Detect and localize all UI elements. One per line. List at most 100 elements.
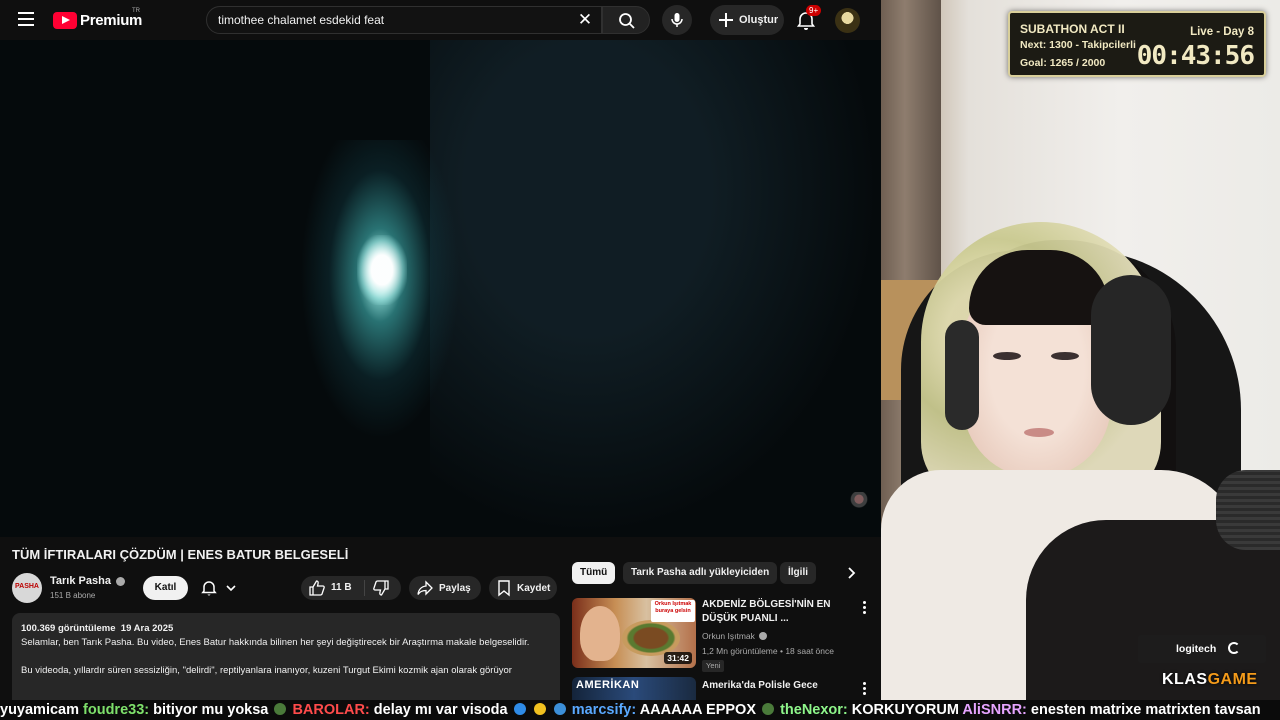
search-input[interactable] [218,11,568,29]
search-box: ✕ [206,6,602,34]
thumbnail-burger [622,620,680,656]
account-avatar[interactable] [835,8,860,33]
headset-earcup [945,320,979,430]
microphone-icon [671,13,683,27]
notification-badge: 9+ [806,5,822,16]
thumbnail-caption: AMERİKAN [576,679,640,691]
dislike-icon[interactable] [372,579,390,597]
chevron-right-icon [848,567,856,579]
video-duration: 31:42 [664,652,692,664]
join-button[interactable]: Katıl [143,576,188,600]
subscriber-count: 151 B abone [50,591,96,600]
share-label: Paylaş [439,582,471,594]
plus-icon [718,12,734,28]
youtube-window: Premium TR ✕ Oluştur 9+ [0,0,881,720]
chat-username: BAROLAR: [292,702,370,718]
like-icon[interactable] [308,579,326,597]
recommendation-title[interactable]: AKDENİZ BÖLGESİ'NİN EN DÜŞÜK PUANLI ... [702,598,842,626]
streamer-mouth [1024,428,1054,437]
next-goal-label: Next: 1300 - Takipcilerli [1020,39,1136,51]
chat-message: delay mı var visoda [373,702,508,718]
verified-icon [759,632,768,640]
notifications-button[interactable]: 9+ [794,5,822,32]
chat-message: yuyamicam [0,702,79,718]
channel-name[interactable]: Tarık Pasha [50,575,111,587]
logitech-sponsor-badge: logitech [1138,635,1266,663]
coin-emote-icon [533,703,546,715]
youtube-play-icon [53,11,77,29]
chip-all[interactable]: Tümü [572,562,616,584]
description-line-2: Bu videoda, yıllardır süren sessizliğin,… [21,665,512,676]
live-day-label: Live - Day 8 [1190,26,1254,38]
share-button[interactable]: Paylaş [409,576,481,600]
recommendation-views: 1,2 Mn görüntüleme [702,646,778,656]
subathon-timer: 00:43:56 [1136,41,1255,71]
recommendation-meta: 1,2 Mn görüntüleme • 18 saat önce [702,646,834,656]
video-player[interactable] [0,40,881,537]
recommendation-channel-name: Orkun Işıtmak [702,631,755,641]
chat-message: bitiyor mu yoksa [153,702,269,718]
recommendation-age: 18 saat önce [785,646,834,656]
clear-search-icon[interactable]: ✕ [575,10,595,30]
chat-ticker: yuyamicam foudre33: bitiyor mu yoksa BAR… [0,700,1280,720]
youtube-logo[interactable]: Premium TR [53,8,143,29]
channel-avatar-text: PASHA [15,583,39,590]
create-button[interactable]: Oluştur [710,5,784,35]
leaf-emote-icon [762,703,775,715]
new-badge: Yeni [702,660,725,672]
save-button[interactable]: Kaydet [489,576,557,600]
goal-progress-label: Goal: 1265 / 2000 [1020,57,1106,69]
chat-message: enesten matrixe matrixten tavsan [1030,702,1261,718]
recommendation-channel[interactable]: Orkun Işıtmak [702,631,768,641]
stream-screen: Premium TR ✕ Oluştur 9+ [0,0,1280,720]
thumbnail-caption: Orkun Işıtmak buraya gelsin [651,600,695,622]
bell-chevron-icon [201,581,236,596]
bookmark-icon [498,580,510,597]
voice-search-button[interactable] [662,5,692,35]
subathon-overlay: SUBATHON ACT II Live - Day 8 Next: 1300 … [1008,11,1266,77]
recommendation-thumbnail[interactable]: Orkun Işıtmak buraya gelsin 31:42 [572,598,696,668]
channel-avatar[interactable]: PASHA [12,573,42,603]
video-title: TÜM İFTIRALARI ÇÖZDÜM | ENES BATUR BELGE… [12,547,349,562]
logitech-g-icon [1228,642,1240,654]
gem-emote-icon [553,703,566,715]
like-count[interactable]: 11 B [331,582,352,593]
view-count: 100.369 görüntüleme [21,623,116,634]
country-code: TR [132,8,140,14]
subscription-bell-button[interactable] [196,576,246,600]
webcam-feed: SUBATHON ACT II Live - Day 8 Next: 1300 … [881,0,1280,700]
more-actions-icon[interactable] [858,600,870,616]
search-button[interactable] [602,6,650,34]
like-dislike-group: 11 B [301,576,401,600]
save-label: Kaydet [517,582,551,594]
chat-message: AAAAAA EPPOX [639,702,756,718]
streamer-eye [1051,352,1079,360]
chat-username: foudre33: [83,702,150,718]
hamburger-menu-icon[interactable] [18,12,34,26]
upload-date: 19 Ara 2025 [120,623,174,634]
share-icon [417,580,433,596]
more-actions-icon[interactable] [858,681,870,697]
logitech-label: logitech [1176,643,1217,655]
search-icon [619,13,635,29]
klasgame-logo-part-2: GAME [1207,671,1258,688]
klasgame-logo-part-1: KLAS [1162,671,1208,688]
recommendation-title[interactable]: Amerika'da Polisle Gece [702,679,842,693]
chips-next-button[interactable] [840,561,864,585]
video-frame-haze [430,40,880,537]
description-line-1: Selamlar, ben Tarık Pasha. Bu video, Ene… [21,637,530,648]
youtube-brand-label: Premium [80,11,143,29]
leaf-emote-icon [274,703,287,715]
chat-message: KORKUYORUM [851,702,959,718]
verified-icon [116,577,125,586]
thumbnail-face [580,606,620,661]
klasgame-logo: KLASGAME [1162,671,1258,689]
youtube-topbar: Premium TR ✕ Oluştur 9+ [0,0,881,40]
subathon-title: SUBATHON ACT II [1020,22,1125,36]
channel-watermark-icon [849,492,869,516]
chip-related[interactable]: İlgili [780,562,816,584]
chat-username: marcsify: [571,702,637,718]
headset-icon [1091,275,1171,425]
chat-username: theNexor: [780,702,848,718]
chip-uploader[interactable]: Tarık Pasha adlı yükleyiciden [623,562,778,584]
